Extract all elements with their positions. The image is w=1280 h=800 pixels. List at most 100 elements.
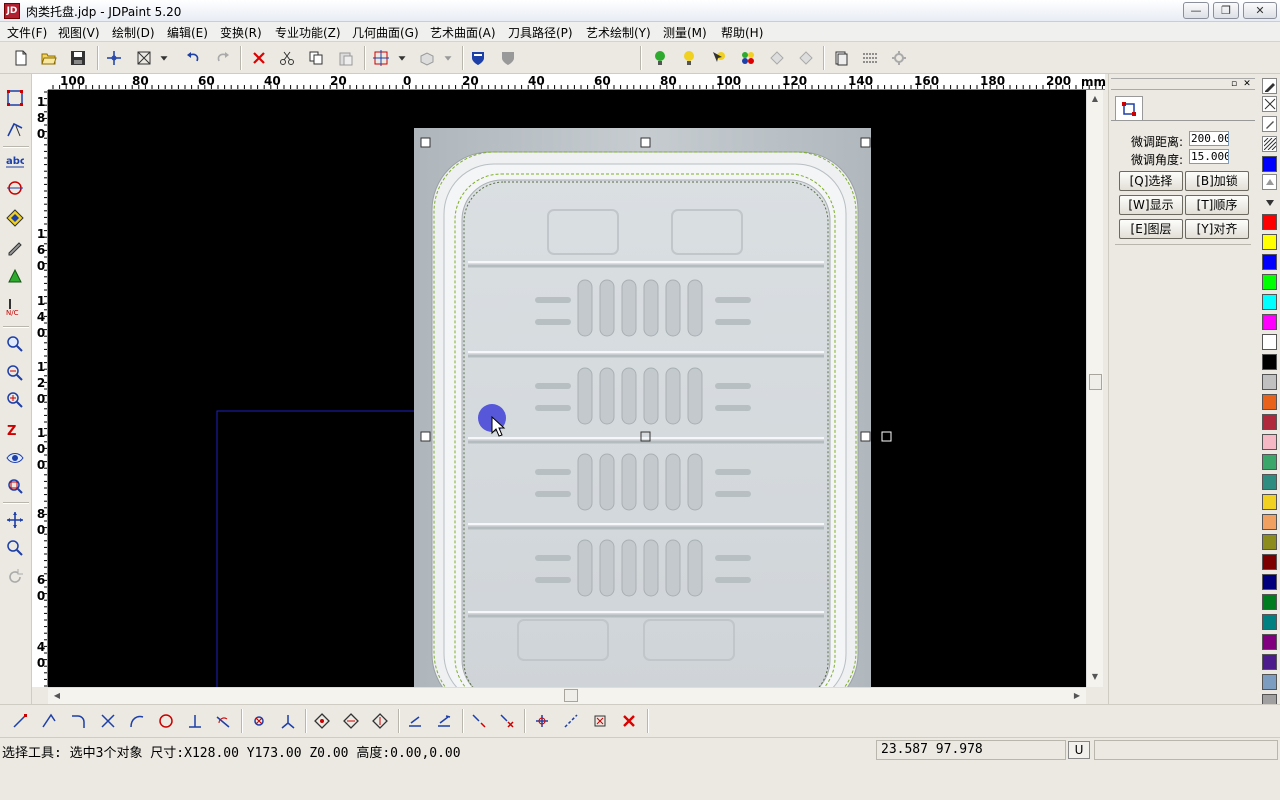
view-dropdown[interactable] xyxy=(441,47,455,69)
multi-light-button[interactable] xyxy=(737,47,759,69)
palette-swatch[interactable] xyxy=(1262,614,1277,630)
palette-swatch[interactable] xyxy=(1262,274,1277,290)
vertical-scroll-thumb[interactable] xyxy=(1089,374,1102,390)
explode-tool[interactable] xyxy=(589,710,611,732)
palette-swatch[interactable] xyxy=(1262,474,1277,490)
join-tool[interactable] xyxy=(560,710,582,732)
diamond-tool-1[interactable] xyxy=(311,710,333,732)
palette-swatch-current[interactable] xyxy=(1262,156,1277,172)
shield-blue-button[interactable] xyxy=(467,47,489,69)
rotate-right-button[interactable] xyxy=(795,47,817,69)
palette-swatch[interactable] xyxy=(1262,634,1277,650)
align-dropdown[interactable] xyxy=(395,47,409,69)
palette-no-color[interactable] xyxy=(1262,96,1277,112)
scroll-up-arrow[interactable]: ▲ xyxy=(1088,92,1102,106)
open-file-button[interactable] xyxy=(38,47,60,69)
light-select-button[interactable] xyxy=(708,47,730,69)
panel-close-button[interactable]: ✕ xyxy=(1242,79,1252,89)
zoom-out-tool[interactable] xyxy=(4,362,26,384)
zoom-window-tool[interactable] xyxy=(4,333,26,355)
diamond-tool-3[interactable] xyxy=(369,710,391,732)
paste-button[interactable] xyxy=(335,47,357,69)
tangent-tool[interactable] xyxy=(212,710,234,732)
delete-object-tool[interactable] xyxy=(618,710,640,732)
arc-tool[interactable] xyxy=(126,710,148,732)
view-3d-button[interactable] xyxy=(416,47,438,69)
minimize-button[interactable]: — xyxy=(1183,2,1209,19)
layer-button[interactable]: [E]图层 xyxy=(1119,219,1183,239)
pan-tool[interactable] xyxy=(4,509,26,531)
rotate-left-button[interactable] xyxy=(766,47,788,69)
menu-file[interactable]: 文件(F) xyxy=(7,24,47,41)
palette-pattern-tool[interactable] xyxy=(1262,136,1277,152)
lock-button[interactable]: [B]加锁 xyxy=(1185,171,1249,191)
scroll-left-arrow[interactable]: ◀ xyxy=(50,689,64,703)
palette-swatch[interactable] xyxy=(1262,434,1277,450)
palette-swatch[interactable] xyxy=(1262,574,1277,590)
layers-button[interactable] xyxy=(830,47,852,69)
palette-swatch[interactable] xyxy=(1262,254,1277,270)
palette-swatch[interactable] xyxy=(1262,494,1277,510)
horizontal-scroll-thumb[interactable] xyxy=(564,689,578,702)
menu-view[interactable]: 视图(V) xyxy=(58,24,100,41)
palette-scroll-down[interactable] xyxy=(1262,195,1277,211)
trim-tool[interactable] xyxy=(404,710,426,732)
snap-box-button[interactable] xyxy=(133,47,155,69)
split-tool[interactable] xyxy=(531,710,553,732)
zoom-realtime-tool[interactable] xyxy=(4,537,26,559)
panel-pin-button[interactable]: ▫ xyxy=(1229,79,1239,89)
palette-swatch[interactable] xyxy=(1262,554,1277,570)
save-button[interactable] xyxy=(67,47,89,69)
drawing-canvas[interactable] xyxy=(48,90,1086,687)
grid-button[interactable] xyxy=(859,47,881,69)
shape-tool[interactable] xyxy=(4,177,26,199)
zoom-in-tool[interactable] xyxy=(4,389,26,411)
fill-tool[interactable] xyxy=(4,207,26,229)
palette-swatch[interactable] xyxy=(1262,414,1277,430)
snap-dropdown[interactable] xyxy=(157,47,171,69)
nc-tool[interactable]: N/C xyxy=(4,296,26,318)
fine-angle-input[interactable] xyxy=(1189,149,1229,164)
palette-swatch[interactable] xyxy=(1262,654,1277,670)
break-delete-tool[interactable] xyxy=(496,710,518,732)
menu-draw[interactable]: 绘制(D) xyxy=(112,24,155,41)
menu-help[interactable]: 帮助(H) xyxy=(721,24,763,41)
diamond-tool-2[interactable] xyxy=(340,710,362,732)
palette-swatch[interactable] xyxy=(1262,314,1277,330)
palette-swatch[interactable] xyxy=(1262,354,1277,370)
menu-art-draw[interactable]: 艺术绘制(Y) xyxy=(586,24,651,41)
palette-swatch[interactable] xyxy=(1262,674,1277,690)
circle-tool[interactable] xyxy=(155,710,177,732)
menu-professional[interactable]: 专业功能(Z) xyxy=(275,24,341,41)
palette-swatch[interactable] xyxy=(1262,234,1277,250)
cut-button[interactable] xyxy=(276,47,298,69)
fine-distance-input[interactable] xyxy=(1189,131,1229,146)
pen-tool[interactable] xyxy=(4,236,26,258)
yellow-light-button[interactable] xyxy=(678,47,700,69)
palette-swatch[interactable] xyxy=(1262,334,1277,350)
restore-button[interactable]: ❐ xyxy=(1213,2,1239,19)
snap-point-button[interactable] xyxy=(103,47,125,69)
coordinate-tool[interactable] xyxy=(277,710,299,732)
panel-tab-select[interactable] xyxy=(1115,96,1143,120)
palette-swatch[interactable] xyxy=(1262,594,1277,610)
copy-button[interactable] xyxy=(305,47,327,69)
select-tool[interactable] xyxy=(4,87,26,109)
palette-pen-tool[interactable] xyxy=(1262,78,1277,94)
palette-fill-tool[interactable] xyxy=(1262,116,1277,132)
node-edit-tool[interactable] xyxy=(4,118,26,140)
break-tool[interactable] xyxy=(468,710,490,732)
menu-geometric-surface[interactable]: 几何曲面(G) xyxy=(352,24,419,41)
menu-toolpath[interactable]: 刀具路径(P) xyxy=(508,24,573,41)
line-tool[interactable] xyxy=(9,710,31,732)
delete-button[interactable] xyxy=(248,47,270,69)
palette-swatch[interactable] xyxy=(1262,374,1277,390)
unit-toggle-button[interactable]: U xyxy=(1068,741,1090,759)
palette-swatch[interactable] xyxy=(1262,534,1277,550)
vertical-scrollbar[interactable]: ▲ ▼ xyxy=(1086,90,1103,687)
palette-swatch[interactable] xyxy=(1262,294,1277,310)
surface-tool[interactable] xyxy=(4,266,26,288)
point-tool[interactable] xyxy=(248,710,270,732)
palette-scroll-up[interactable] xyxy=(1262,174,1277,190)
order-button[interactable]: [T]顺序 xyxy=(1185,195,1249,215)
